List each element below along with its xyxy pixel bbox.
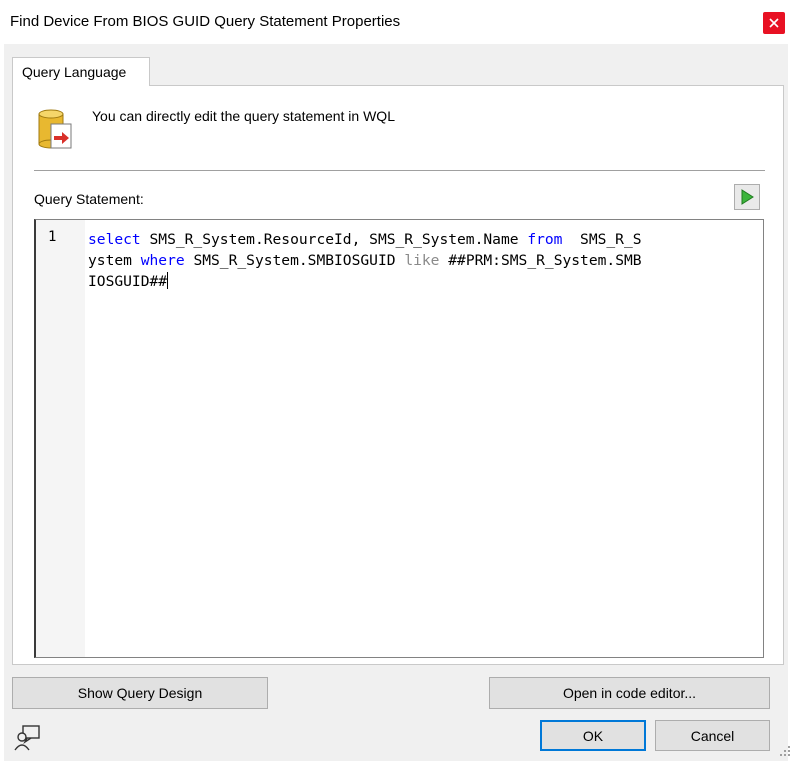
title-bar: Find Device From BIOS GUID Query Stateme… <box>0 0 794 44</box>
code-text: IOSGUID## <box>88 273 168 290</box>
close-icon <box>769 18 779 28</box>
keyword-where: where <box>140 252 185 269</box>
database-edit-icon <box>38 109 72 149</box>
keyword-from: from <box>527 231 563 248</box>
run-query-button[interactable] <box>734 184 760 210</box>
query-code[interactable]: select SMS_R_System.ResourceId, SMS_R_Sy… <box>88 229 758 292</box>
cancel-button[interactable]: Cancel <box>655 720 770 751</box>
divider <box>34 170 765 171</box>
user-comment-icon[interactable] <box>13 723 43 753</box>
code-text: SMS_R_System.SMBIOSGUID <box>184 252 405 269</box>
keyword-like: like <box>404 252 440 269</box>
run-triangle-icon <box>741 189 754 205</box>
line-number-gutter: 1 <box>36 220 85 657</box>
show-query-design-button[interactable]: Show Query Design <box>12 677 268 709</box>
open-in-code-editor-button[interactable]: Open in code editor... <box>489 677 770 709</box>
tab-query-language[interactable]: Query Language <box>12 57 150 86</box>
ok-button[interactable]: OK <box>540 720 646 751</box>
query-statement-label: Query Statement: <box>34 191 144 207</box>
line-number: 1 <box>48 229 57 245</box>
close-button[interactable] <box>763 12 785 34</box>
code-text: ##PRM:SMS_R_System.SMB <box>439 252 642 269</box>
tab-label: Query Language <box>22 64 127 80</box>
resize-grip-icon[interactable] <box>778 744 792 758</box>
text-caret <box>167 272 169 289</box>
code-text: SMS_R_S <box>562 231 642 248</box>
background-window-edge-right <box>788 44 794 761</box>
keyword-select: select <box>88 231 141 248</box>
window-title: Find Device From BIOS GUID Query Stateme… <box>10 13 401 30</box>
query-editor[interactable]: 1 select SMS_R_System.ResourceId, SMS_R_… <box>34 219 764 658</box>
code-text: SMS_R_System.ResourceId, SMS_R_System.Na… <box>140 231 528 248</box>
code-text: ystem <box>88 252 141 269</box>
background-window-edge-left <box>0 44 4 761</box>
info-text: You can directly edit the query statemen… <box>92 108 395 124</box>
